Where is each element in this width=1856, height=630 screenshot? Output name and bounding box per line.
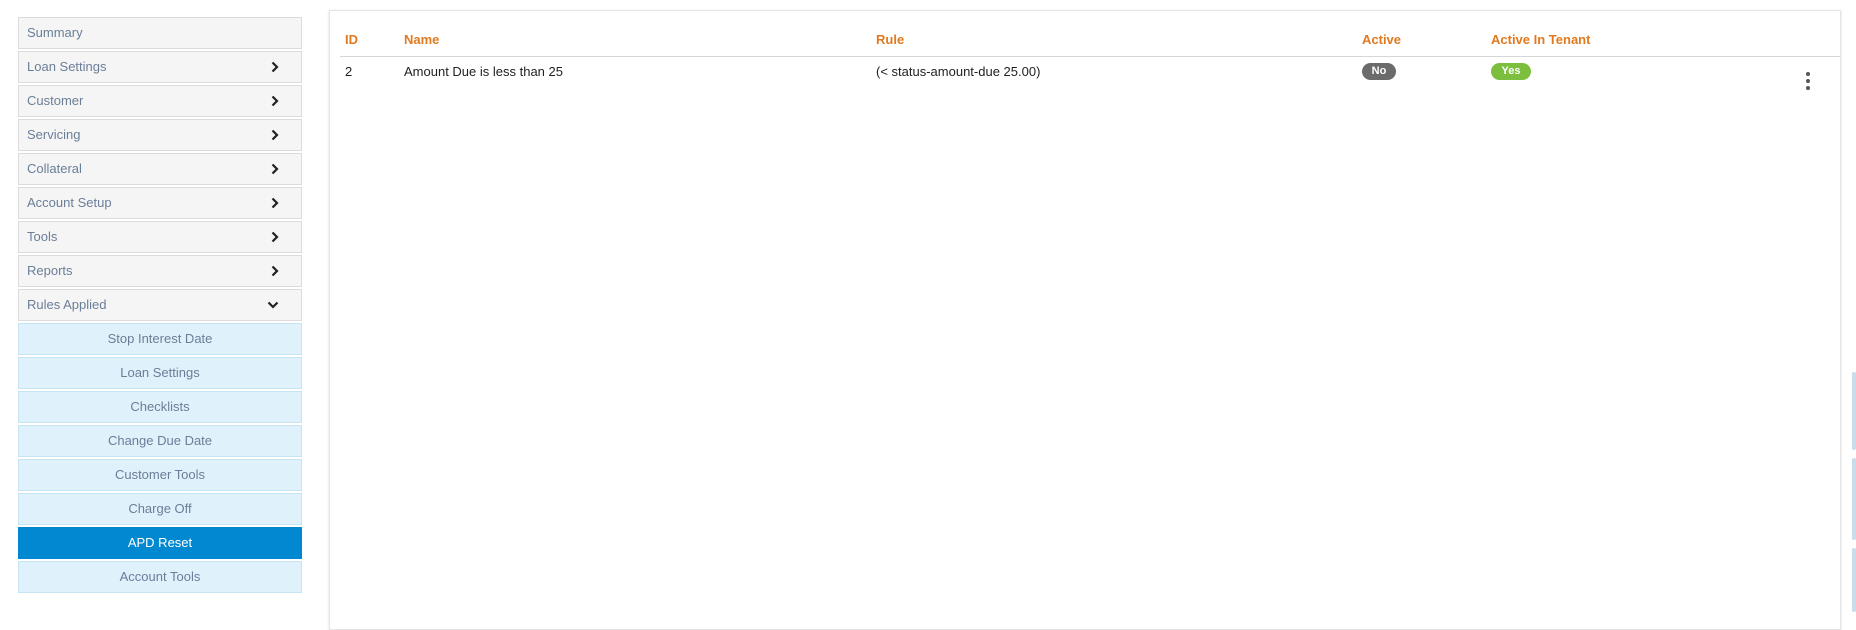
sidebar-item-tools[interactable]: Tools	[18, 221, 302, 253]
sub-item-customer-tools[interactable]: Customer Tools	[18, 459, 302, 491]
sidebar-item-label: Loan Settings	[27, 59, 107, 74]
column-header-rule[interactable]: Rule	[876, 32, 904, 47]
sidebar-item-label: Account Setup	[27, 195, 112, 210]
sub-item-apd-reset[interactable]: APD Reset	[18, 527, 302, 559]
chevron-right-icon	[271, 52, 279, 82]
side-tab-handle[interactable]	[1852, 458, 1856, 540]
sidebar-item-loan-settings[interactable]: Loan Settings	[18, 51, 302, 83]
sidebar-item-collateral[interactable]: Collateral	[18, 153, 302, 185]
chevron-right-icon	[271, 120, 279, 150]
chevron-right-icon	[271, 188, 279, 218]
column-header-name[interactable]: Name	[404, 32, 439, 47]
side-tab-handle[interactable]	[1852, 548, 1856, 612]
sidebar-item-summary[interactable]: Summary	[18, 17, 302, 49]
sidebar-item-account-setup[interactable]: Account Setup	[18, 187, 302, 219]
active-status-badge: No	[1362, 63, 1396, 80]
chevron-right-icon	[271, 86, 279, 116]
sidebar-item-label: Rules Applied	[27, 297, 107, 312]
chevron-right-icon	[271, 222, 279, 252]
sub-item-loan-settings[interactable]: Loan Settings	[18, 357, 302, 389]
column-header-id[interactable]: ID	[345, 32, 358, 47]
sub-item-checklists[interactable]: Checklists	[18, 391, 302, 423]
chevron-down-icon	[267, 290, 279, 320]
chevron-right-icon	[271, 256, 279, 286]
chevron-right-icon	[271, 154, 279, 184]
sidebar-nav: Summary Loan Settings Customer Servicing…	[18, 17, 302, 595]
kebab-menu-icon[interactable]	[1802, 71, 1814, 91]
sidebar-item-servicing[interactable]: Servicing	[18, 119, 302, 151]
sidebar-item-reports[interactable]: Reports	[18, 255, 302, 287]
sidebar-item-label: Reports	[27, 263, 73, 278]
sidebar-item-rules-applied[interactable]: Rules Applied	[18, 289, 302, 321]
active-in-tenant-badge: Yes	[1491, 63, 1531, 80]
side-tab-handle[interactable]	[1852, 372, 1856, 450]
sub-item-charge-off[interactable]: Charge Off	[18, 493, 302, 525]
sidebar-item-customer[interactable]: Customer	[18, 85, 302, 117]
sub-item-account-tools[interactable]: Account Tools	[18, 561, 302, 593]
sidebar-item-label: Tools	[27, 229, 58, 244]
sidebar-item-label: Servicing	[27, 127, 81, 142]
sidebar-item-label: Collateral	[27, 161, 82, 176]
column-header-active-in-tenant[interactable]: Active In Tenant	[1491, 32, 1590, 47]
column-header-active[interactable]: Active	[1362, 32, 1401, 47]
sub-item-change-due-date[interactable]: Change Due Date	[18, 425, 302, 457]
row-name: Amount Due is less than 25	[404, 64, 563, 79]
sub-item-stop-interest-date[interactable]: Stop Interest Date	[18, 323, 302, 355]
row-id: 2	[345, 64, 353, 79]
row-rule: (< status-amount-due 25.00)	[876, 64, 1041, 79]
header-divider	[340, 56, 1840, 57]
sidebar-item-label: Summary	[27, 25, 83, 40]
rules-panel: ID Name Rule Active Active In Tenant 2 A…	[329, 10, 1841, 630]
sidebar-item-label: Customer	[27, 93, 84, 108]
